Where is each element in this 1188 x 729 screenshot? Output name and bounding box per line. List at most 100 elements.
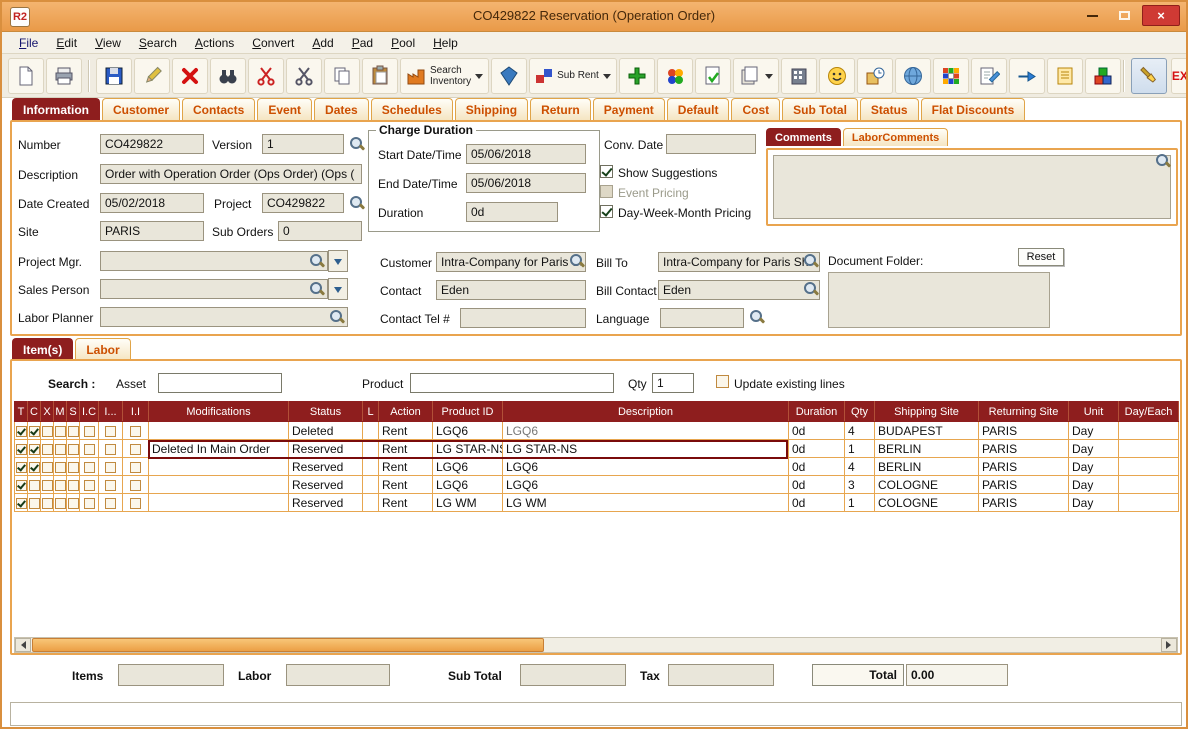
cell-status[interactable]: Deleted [289,422,363,440]
cell-status[interactable]: Reserved [289,440,363,458]
cell-shipping-site[interactable]: BUDAPEST [875,422,979,440]
comments-field[interactable] [773,155,1171,219]
table-row[interactable]: Reserved Rent LG WM LG WM 0d 1 COLOGNE P… [15,494,1179,512]
print-button[interactable] [46,58,82,94]
row-checkbox[interactable] [16,498,27,509]
cell-product-id[interactable]: LGQ6 [433,476,503,494]
description-field[interactable] [100,164,362,184]
row-checkbox[interactable] [68,462,79,473]
cell-day-each[interactable] [1119,476,1179,494]
cell-action[interactable]: Rent [379,440,433,458]
comments-search-icon[interactable] [1156,154,1170,168]
cell-modifications[interactable] [149,476,289,494]
sub-orders-field[interactable] [278,221,362,241]
row-checkbox[interactable] [68,426,79,437]
cell-day-each[interactable] [1119,458,1179,476]
row-checkbox[interactable] [29,444,40,455]
row-checkbox[interactable] [42,444,53,455]
row-checkbox[interactable] [130,426,141,437]
minimize-button[interactable] [1078,5,1106,26]
scroll-right-button[interactable] [1161,638,1177,652]
reset-button[interactable]: Reset [1018,248,1064,266]
paintbrush-button[interactable] [1131,58,1167,94]
row-checkbox[interactable] [55,462,66,473]
row-checkbox[interactable] [29,480,40,491]
cut-special-button[interactable] [248,58,284,94]
exit-button[interactable]: EXIT [1171,58,1188,94]
row-checkbox[interactable] [130,462,141,473]
sales-person-search-icon[interactable] [310,282,324,296]
scrollbar-thumb[interactable] [32,638,544,652]
sub-rent-button[interactable]: Sub Rent [529,58,617,94]
cell-description[interactable]: LGQ6 [503,458,789,476]
row-checkbox[interactable] [84,498,95,509]
cut-button[interactable] [286,58,322,94]
verify-note-button[interactable] [695,58,731,94]
cell-product-id[interactable]: LG WM [433,494,503,512]
search-inventory-button[interactable]: SearchInventory [400,58,489,94]
total-field[interactable] [906,664,1008,686]
row-checkbox[interactable] [68,480,79,491]
language-field[interactable] [660,308,744,328]
cell-status[interactable]: Reserved [289,494,363,512]
tab-schedules[interactable]: Schedules [371,98,453,120]
cell-l[interactable] [363,476,379,494]
cell-unit[interactable]: Day [1069,440,1119,458]
row-checkbox[interactable] [42,462,53,473]
project-mgr-dropdown-button[interactable] [328,250,348,272]
cell-returning-site[interactable]: PARIS [979,440,1069,458]
pad-stack-button[interactable] [733,58,779,94]
copy-button[interactable] [324,58,360,94]
language-search-icon[interactable] [750,310,764,324]
cell-modifications[interactable] [149,422,289,440]
edit-button[interactable] [134,58,170,94]
row-checkbox[interactable] [68,498,79,509]
cell-returning-site[interactable]: PARIS [979,476,1069,494]
row-checkbox[interactable] [42,480,53,491]
new-document-button[interactable] [8,58,44,94]
cell-action[interactable]: Rent [379,476,433,494]
notepad-edit-button[interactable] [971,58,1007,94]
cell-duration[interactable]: 0d [789,422,845,440]
delete-button[interactable] [172,58,208,94]
menu-pad[interactable]: Pad [343,33,382,53]
row-checkbox[interactable] [16,480,27,491]
spinning-top-button[interactable] [491,58,527,94]
row-checkbox[interactable] [105,462,116,473]
cell-returning-site[interactable]: PARIS [979,458,1069,476]
maximize-button[interactable] [1110,5,1138,26]
customer-search-icon[interactable] [570,254,584,268]
start-date-field[interactable] [466,144,586,164]
cell-modifications[interactable] [149,494,289,512]
cell-unit[interactable]: Day [1069,494,1119,512]
cell-qty[interactable]: 1 [845,494,875,512]
tab-event[interactable]: Event [257,98,312,120]
tab-contacts[interactable]: Contacts [182,98,255,120]
tab-items[interactable]: Item(s) [12,338,73,360]
cell-action[interactable]: Rent [379,458,433,476]
tab-information[interactable]: Information [12,98,100,120]
menu-file[interactable]: File [10,33,47,53]
row-checkbox[interactable] [84,426,95,437]
menu-view[interactable]: View [86,33,130,53]
labor-total-field[interactable] [286,664,390,686]
menu-add[interactable]: Add [303,33,342,53]
cell-returning-site[interactable]: PARIS [979,422,1069,440]
tab-default[interactable]: Default [667,98,730,120]
project-field[interactable] [262,193,344,213]
cell-description[interactable]: LG STAR-NS [503,440,789,458]
asset-search-input[interactable] [158,373,282,393]
tab-cost[interactable]: Cost [731,98,780,120]
items-total-field[interactable] [118,664,224,686]
sub-total-field[interactable] [520,664,626,686]
cell-description[interactable]: LGQ6 [503,476,789,494]
cell-day-each[interactable] [1119,494,1179,512]
add-button[interactable] [619,58,655,94]
cell-day-each[interactable] [1119,422,1179,440]
cell-unit[interactable]: Day [1069,458,1119,476]
cell-action[interactable]: Rent [379,494,433,512]
row-checkbox[interactable] [105,426,116,437]
close-button[interactable]: × [1142,5,1180,26]
contact-field[interactable] [436,280,586,300]
cell-qty[interactable]: 3 [845,476,875,494]
